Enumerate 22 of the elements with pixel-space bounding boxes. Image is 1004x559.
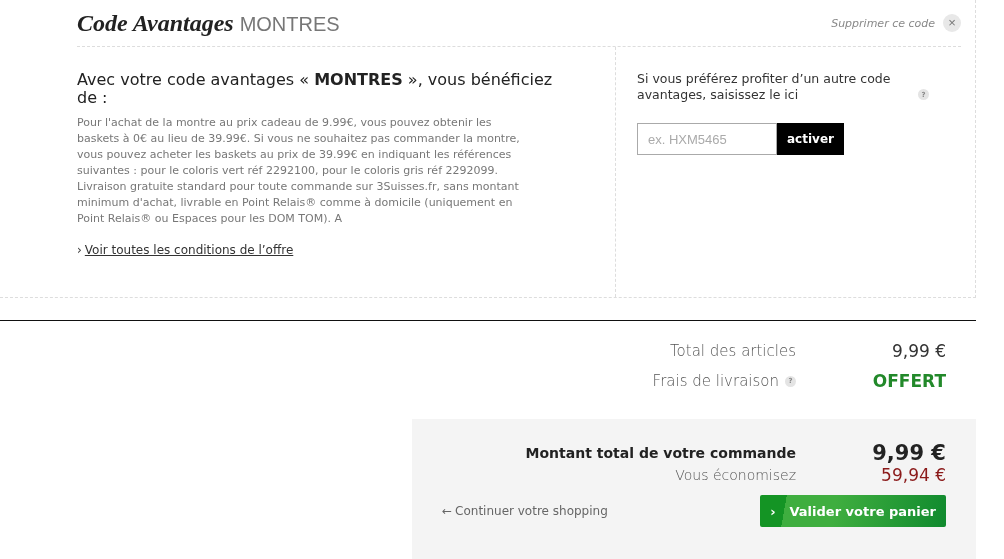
promo-code: MONTRES <box>239 12 340 36</box>
summary-label: Total des articles <box>670 342 796 360</box>
other-code-text: Si vous préférez profiter d’un autre code avantages, saisissez le ici <box>637 71 892 103</box>
amount: 9,99 € <box>890 341 946 361</box>
total-label: Montant total de votre commande <box>525 445 796 461</box>
code-field[interactable]: ex. HXM5465 <box>637 123 777 155</box>
savings-label: Vous économisez <box>675 467 796 483</box>
total-amount: 9,99 € <box>871 441 946 465</box>
amount: OFFERT <box>871 371 946 391</box>
offer-description: Pour l'achat de la montre au prix cadeau de 9.99€, vous pouvez obtenir les baskets à 0€ au lieu de 39.99€. Si vous ne souhaitez pas commander la montre, vous pouvez acheter les baskets au prix de 39.99€ en indiquant les références suivantes : pour le coloris vert réf 2292100, pour le coloris gris réf 2292099. Livraison gratuite standard pour toute commande sur 3Suisses.fr, sans montant minimum d'achat, livrable en Point Relais® comme à domicile (uniquement en Point Relais® ou Espaces pour les DOM TOM). A <box>77 115 521 227</box>
offer-heading: Avec votre code avantages « MONTRES », vous bénéficiez de : <box>77 71 554 107</box>
conditions-link[interactable]: Voir toutes les conditions de l’offre <box>84 243 294 257</box>
savings-amount: 59,94 € <box>880 465 946 485</box>
chevron-marker: › <box>77 243 82 257</box>
back-arrow-icon: ← <box>442 504 453 518</box>
remove-code-link[interactable]: Supprimer ce code <box>831 16 935 30</box>
summary-label: Frais de livraison <box>652 372 779 390</box>
promo-title: Code Avantages <box>77 9 234 37</box>
activate-button[interactable]: activer <box>777 123 844 155</box>
validate-cart-button[interactable]: › Valider votre panier <box>760 495 946 527</box>
continue-shopping-link[interactable]: Continuer votre shopping <box>455 504 608 518</box>
close-button[interactable]: × <box>943 14 961 32</box>
